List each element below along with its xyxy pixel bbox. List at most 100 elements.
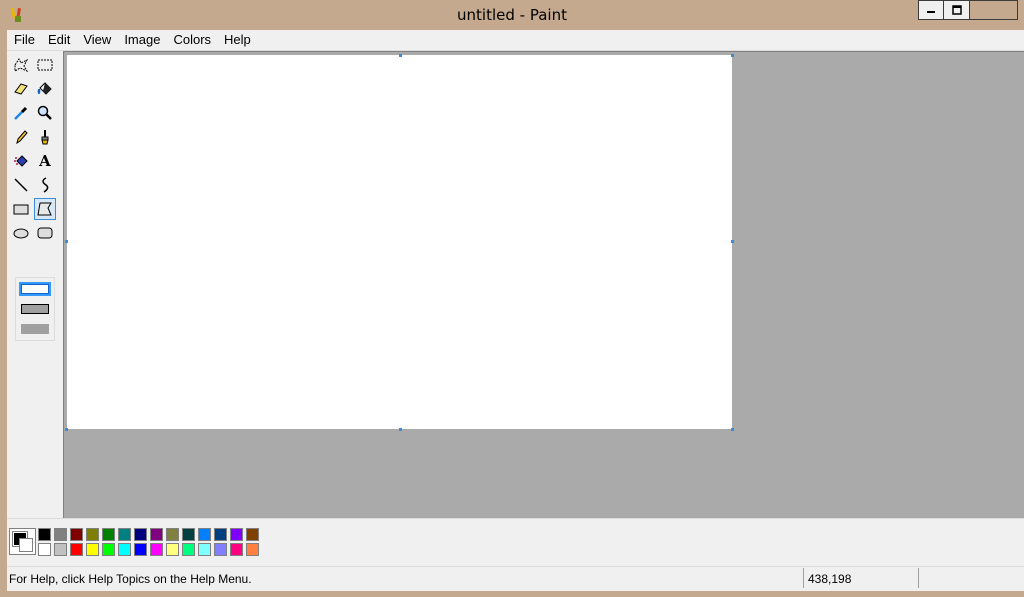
palette-swatch[interactable]	[246, 528, 259, 541]
pencil-icon	[16, 130, 28, 145]
pick-color-icon	[14, 106, 28, 120]
palette-swatch[interactable]	[150, 528, 163, 541]
resize-handle-left	[65, 240, 68, 243]
resize-handle-bottom[interactable]	[399, 428, 402, 431]
menu-file[interactable]: File	[7, 30, 41, 50]
palette-swatch[interactable]	[214, 528, 227, 541]
tool-polygon[interactable]	[34, 198, 56, 220]
drawing-canvas[interactable]	[67, 55, 732, 429]
ellipse-icon	[13, 228, 29, 239]
palette-swatch[interactable]	[230, 543, 243, 556]
rounded-rectangle-icon	[37, 227, 53, 239]
palette-swatch[interactable]	[38, 528, 51, 541]
tool-brush[interactable]	[34, 126, 56, 148]
resize-handle-top	[399, 54, 402, 57]
fill-only-icon	[21, 324, 49, 334]
tool-magnifier[interactable]	[34, 102, 56, 124]
fill-option-fill-only[interactable]	[19, 322, 51, 336]
maximize-icon	[951, 5, 962, 15]
palette-swatch[interactable]	[134, 528, 147, 541]
brush-icon	[41, 130, 49, 145]
menu-colors[interactable]: Colors	[166, 30, 217, 50]
palette-swatch[interactable]	[198, 543, 211, 556]
menu-bar: File Edit View Image Colors Help	[7, 30, 1024, 50]
menu-view[interactable]: View	[76, 30, 117, 50]
tool-rounded-rectangle[interactable]	[34, 222, 56, 244]
tool-airbrush[interactable]	[10, 150, 32, 172]
minimize-button[interactable]	[918, 0, 944, 20]
airbrush-icon	[14, 155, 28, 167]
magnifier-icon	[37, 105, 52, 120]
rectangle-icon	[13, 204, 29, 215]
current-colors	[9, 528, 36, 555]
palette-swatch[interactable]	[86, 543, 99, 556]
status-bar: For Help, click Help Topics on the Help …	[7, 566, 1024, 591]
menu-help[interactable]: Help	[217, 30, 257, 50]
toolbox: A	[7, 51, 64, 518]
tool-line[interactable]	[10, 174, 32, 196]
palette-swatch[interactable]	[230, 528, 243, 541]
resize-handle-top-right	[731, 54, 734, 57]
maximize-button[interactable]	[944, 0, 970, 20]
client-area: File Edit View Image Colors Help A For H…	[7, 30, 1024, 591]
resize-handle-right[interactable]	[731, 240, 734, 243]
palette-swatch[interactable]	[102, 528, 115, 541]
minimize-icon	[927, 11, 935, 13]
palette-swatch[interactable]	[118, 528, 131, 541]
tool-free-form-select[interactable]	[10, 54, 32, 76]
status-coordinates: 438,198	[803, 568, 917, 588]
palette-swatch[interactable]	[246, 543, 259, 556]
palette-swatch[interactable]	[70, 543, 83, 556]
palette-swatch[interactable]	[166, 543, 179, 556]
status-size-panel	[918, 568, 1023, 588]
palette-swatch[interactable]	[150, 543, 163, 556]
paint-window: untitled - Paint File Edit View Image Co…	[0, 0, 1024, 597]
fill-style-options	[15, 277, 55, 341]
palette-swatch[interactable]	[214, 543, 227, 556]
outline-icon	[21, 284, 49, 294]
window-controls	[918, 0, 1018, 20]
tool-pencil[interactable]	[10, 126, 32, 148]
tool-text[interactable]: A	[34, 150, 56, 172]
palette-swatch[interactable]	[86, 528, 99, 541]
outline-and-fill-icon	[21, 304, 49, 314]
palette-swatch[interactable]	[118, 543, 131, 556]
canvas-workspace	[63, 51, 1024, 518]
select-icon	[37, 59, 53, 71]
free-form-select-icon	[14, 58, 29, 73]
title-bar[interactable]: untitled - Paint	[0, 0, 1024, 30]
tool-ellipse[interactable]	[10, 222, 32, 244]
resize-handle-bottom-left	[65, 428, 68, 431]
close-button[interactable]	[970, 0, 1018, 20]
polygon-icon	[37, 202, 52, 216]
tool-curve[interactable]	[34, 174, 56, 196]
fill-option-outline-and-fill[interactable]	[19, 302, 51, 316]
palette-swatch[interactable]	[54, 543, 67, 556]
palette-swatch[interactable]	[134, 543, 147, 556]
background-color	[19, 538, 33, 552]
resize-handle-bottom-right[interactable]	[731, 428, 734, 431]
eraser-icon	[14, 83, 28, 95]
menu-edit[interactable]: Edit	[41, 30, 76, 50]
palette-swatch[interactable]	[182, 528, 195, 541]
fill-option-outline[interactable]	[19, 282, 51, 296]
tool-pick-color[interactable]	[10, 102, 32, 124]
palette-swatch[interactable]	[182, 543, 195, 556]
color-box	[7, 518, 1024, 565]
palette-swatch[interactable]	[102, 543, 115, 556]
status-help-text: For Help, click Help Topics on the Help …	[9, 572, 252, 586]
tool-rectangle[interactable]	[10, 198, 32, 220]
palette-swatch[interactable]	[198, 528, 211, 541]
menu-image[interactable]: Image	[117, 30, 166, 50]
tool-eraser[interactable]	[10, 78, 32, 100]
tool-fill[interactable]	[34, 78, 56, 100]
line-icon	[14, 178, 28, 192]
palette-swatch[interactable]	[38, 543, 51, 556]
text-icon: A	[39, 152, 51, 170]
palette-swatch[interactable]	[70, 528, 83, 541]
tool-select[interactable]	[34, 54, 56, 76]
palette-swatch[interactable]	[166, 528, 179, 541]
fill-bucket-icon	[37, 82, 52, 95]
window-title: untitled - Paint	[457, 6, 567, 24]
palette-swatch[interactable]	[54, 528, 67, 541]
